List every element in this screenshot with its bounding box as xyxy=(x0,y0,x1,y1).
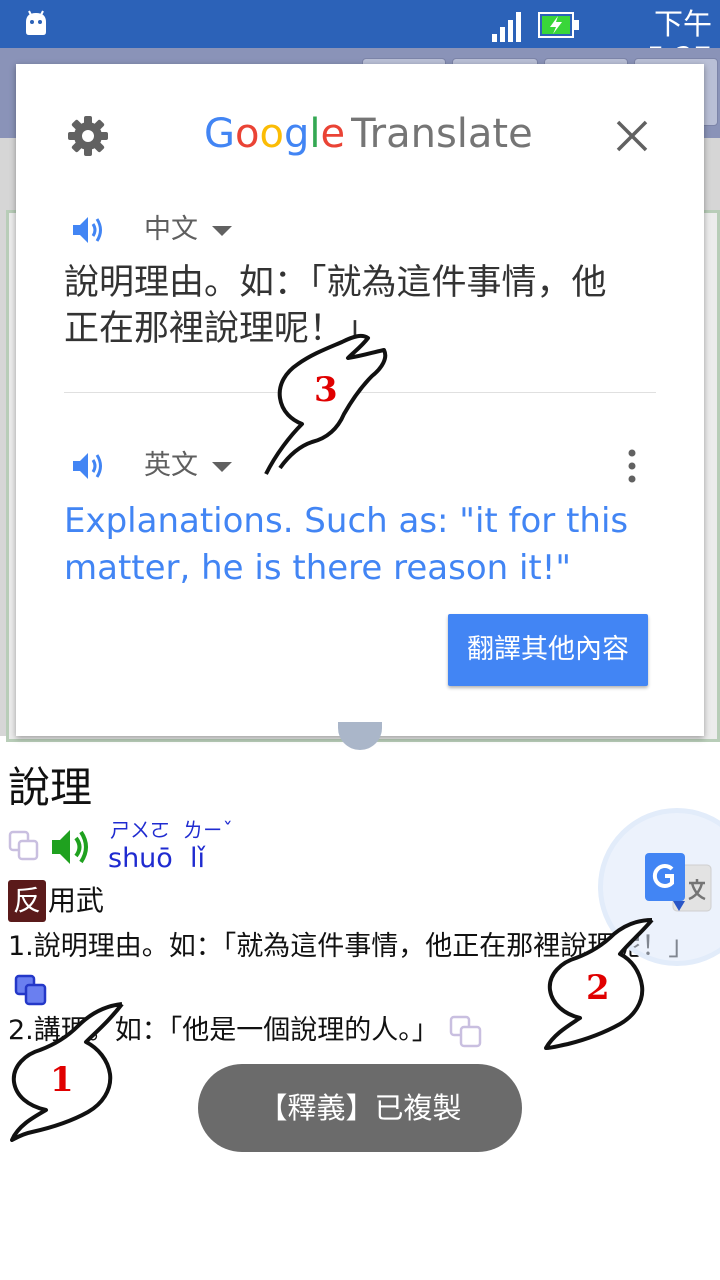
pronunciation-speaker-icon[interactable] xyxy=(50,824,92,870)
antonym-badge: 反 xyxy=(8,880,46,922)
gesture-step-number: 2 xyxy=(586,968,610,1008)
gesture-step-number: 3 xyxy=(314,370,338,410)
copied-toast: 【釋義】已複製 xyxy=(198,1064,522,1152)
settings-gear-icon[interactable] xyxy=(66,114,110,158)
source-speaker-icon[interactable] xyxy=(70,212,106,248)
logo-letter: o xyxy=(259,111,284,157)
translate-more-button[interactable]: 翻譯其他內容 xyxy=(448,614,648,686)
copy-icon[interactable] xyxy=(449,1015,483,1049)
target-language-dropdown[interactable]: 英文 xyxy=(144,446,232,486)
copy-icon[interactable] xyxy=(8,830,40,862)
android-icon xyxy=(26,10,46,35)
google-translate-logo: Google Translate xyxy=(204,108,544,160)
pinyin-reading: shuō lǐ xyxy=(108,843,205,874)
chevron-down-icon xyxy=(212,225,232,236)
source-language-label: 中文 xyxy=(144,214,198,245)
logo-letter: o xyxy=(235,111,260,157)
zhuyin-reading: ㄕㄨㄛ ㄌㄧˇ xyxy=(110,818,233,842)
status-clock: 下午5:27 xyxy=(647,7,712,75)
chevron-down-icon xyxy=(212,461,232,472)
target-speaker-icon[interactable] xyxy=(70,448,106,484)
battery-charging-icon xyxy=(538,12,579,38)
logo-product-name: Translate xyxy=(351,111,533,157)
entry-word: 說理 xyxy=(8,763,93,812)
target-language-label: 英文 xyxy=(144,450,198,481)
source-language-dropdown[interactable]: 中文 xyxy=(144,210,232,250)
close-icon[interactable] xyxy=(612,116,652,156)
drag-handle[interactable] xyxy=(338,722,382,750)
signal-icon xyxy=(492,12,521,42)
google-translate-icon xyxy=(645,853,712,912)
logo-letter: e xyxy=(320,111,346,157)
gesture-step-number: 1 xyxy=(50,1060,74,1100)
logo-letter: l xyxy=(309,111,321,157)
logo-letter: G xyxy=(204,111,235,157)
more-vert-icon[interactable] xyxy=(622,446,642,486)
logo-letter: g xyxy=(283,111,310,157)
translated-text: Explanations. Such as: "it for this matt… xyxy=(64,501,629,588)
status-bar: 下午5:27 xyxy=(0,0,720,75)
antonym-word[interactable]: 用武 xyxy=(48,880,104,922)
